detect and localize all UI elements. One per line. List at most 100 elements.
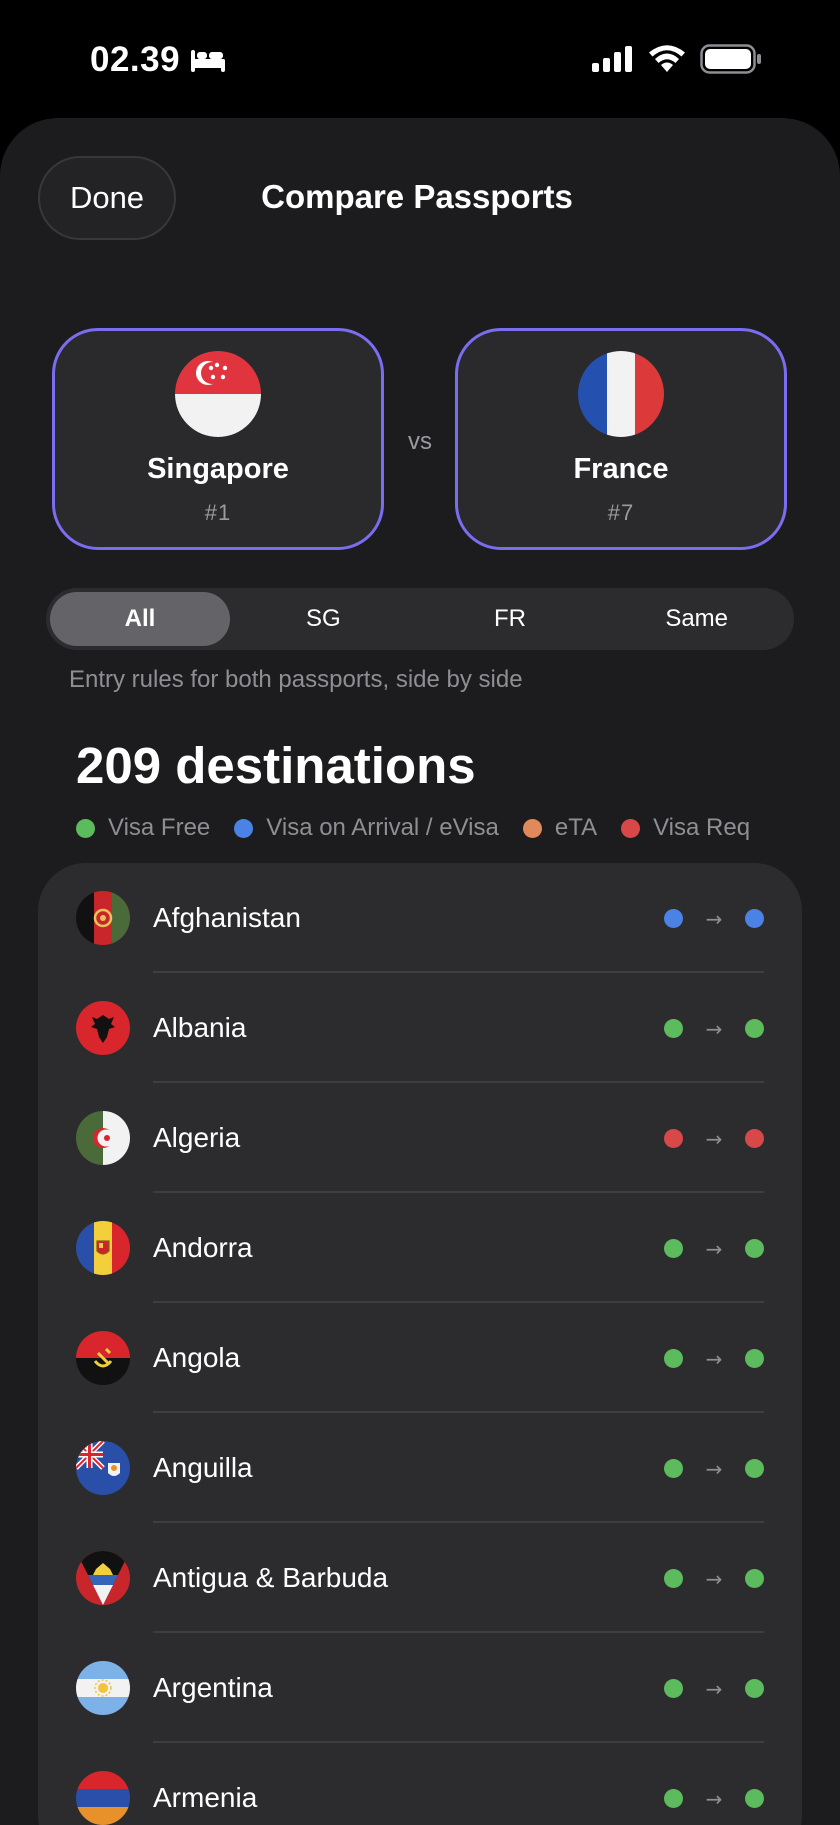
passport-card-france[interactable]: France #7 xyxy=(455,328,787,550)
albania-flag-icon xyxy=(76,1001,130,1055)
status-icons xyxy=(592,44,762,74)
visa-free-dot-icon xyxy=(664,1459,683,1478)
arrow-right-icon: → xyxy=(705,1126,723,1151)
singapore-flag-icon xyxy=(175,351,261,437)
arrow-right-icon: → xyxy=(705,1566,723,1591)
compare-sheet: Done Compare Passports Singapore #1 vs F… xyxy=(0,118,840,1825)
legend-label: Visa Req xyxy=(653,814,751,841)
visa-free-dot-icon xyxy=(745,1679,764,1698)
status-pair: → xyxy=(664,906,764,931)
destination-name: Armenia xyxy=(153,1782,258,1813)
destination-name: Albania xyxy=(153,1012,247,1043)
visa-free-dot-icon xyxy=(664,1569,683,1588)
list-item[interactable]: Armenia → xyxy=(38,1743,802,1825)
arrow-right-icon: → xyxy=(705,1676,723,1701)
armenia-flag-icon xyxy=(76,1771,130,1825)
arrow-right-icon: → xyxy=(705,1236,723,1261)
visa-free-dot-icon xyxy=(745,1349,764,1368)
status-time-text: 02.39 xyxy=(90,40,181,79)
destination-name: Anguilla xyxy=(153,1452,253,1483)
cellular-signal-icon xyxy=(592,46,632,72)
page-title-text: Compare Passports xyxy=(261,178,573,215)
segment-sg[interactable]: SG xyxy=(230,592,417,646)
visa-free-dot-icon xyxy=(745,1019,764,1038)
filter-segmented-control: All SG FR Same xyxy=(46,588,794,650)
list-item[interactable]: Angola → xyxy=(38,1303,802,1413)
arrow-right-icon: → xyxy=(705,1786,723,1811)
destination-name: Angola xyxy=(153,1342,241,1373)
list-item[interactable]: Afghanistan → xyxy=(38,863,802,973)
argentina-flag-icon xyxy=(76,1661,130,1715)
anguilla-flag-icon xyxy=(76,1441,130,1495)
list-item[interactable]: Albania → xyxy=(38,973,802,1083)
passport-rank: #1 xyxy=(204,500,232,525)
arrow-right-icon: → xyxy=(705,1456,723,1481)
destination-list: Afghanistan → Albania → Algeria → Andorr… xyxy=(38,863,802,1825)
passport-name: France xyxy=(573,453,669,485)
destination-name: Algeria xyxy=(153,1122,241,1153)
visa-free-dot-icon xyxy=(664,1679,683,1698)
legend-label: Visa Free xyxy=(108,814,211,841)
arrow-right-icon: → xyxy=(705,1016,723,1041)
visa-required-dot-icon xyxy=(664,1129,683,1148)
visa-on-arrival-dot-icon xyxy=(745,909,764,928)
arrow-right-icon: → xyxy=(705,906,723,931)
destination-name: Antigua & Barbuda xyxy=(153,1562,389,1593)
status-time: 02.39 xyxy=(90,40,226,80)
sleep-bed-icon xyxy=(191,50,226,72)
destinations-count: 209 destinations xyxy=(76,737,476,794)
visa-required-dot-icon xyxy=(745,1129,764,1148)
legend-visa-free: Visa Free xyxy=(76,814,210,842)
destination-name: Afghanistan xyxy=(153,902,301,933)
france-flag-icon xyxy=(578,351,664,437)
visa-free-dot-icon xyxy=(76,818,95,838)
status-pair: → xyxy=(664,1236,764,1261)
arrow-right-icon: → xyxy=(705,1346,723,1371)
status-pair: → xyxy=(664,1786,764,1811)
list-item[interactable]: Andorra → xyxy=(38,1193,802,1303)
list-item[interactable]: Algeria → xyxy=(38,1083,802,1193)
visa-on-arrival-dot-icon xyxy=(234,818,254,838)
afghanistan-flag-icon xyxy=(76,891,130,945)
passport-name: Singapore xyxy=(147,453,289,485)
visa-on-arrival-dot-icon xyxy=(664,909,683,928)
status-bar: 02.39 xyxy=(0,0,840,118)
legend-visa-required: Visa Req xyxy=(621,814,750,842)
antigua-barbuda-flag-icon xyxy=(76,1551,130,1605)
status-legend: Visa Free Visa on Arrival / eVisa eTA Vi… xyxy=(76,814,750,842)
legend-eta: eTA xyxy=(522,814,597,842)
status-pair: → xyxy=(664,1566,764,1591)
passport-rank: #7 xyxy=(607,500,635,525)
visa-free-dot-icon xyxy=(745,1459,764,1478)
destination-name: Argentina xyxy=(153,1672,273,1703)
segment-all[interactable]: All xyxy=(50,592,230,646)
status-pair: → xyxy=(664,1676,764,1701)
status-pair: → xyxy=(664,1126,764,1151)
page-title: Compare Passports xyxy=(0,178,840,216)
status-pair: → xyxy=(664,1456,764,1481)
algeria-flag-icon xyxy=(76,1111,130,1165)
destination-name: Andorra xyxy=(153,1232,253,1263)
visa-free-dot-icon xyxy=(664,1789,683,1808)
battery-icon xyxy=(700,44,761,74)
visa-free-dot-icon xyxy=(745,1239,764,1258)
segment-same[interactable]: Same xyxy=(603,592,790,646)
list-item[interactable]: Argentina → xyxy=(38,1633,802,1743)
segment-hint: Entry rules for both passports, side by … xyxy=(69,666,523,693)
segment-fr[interactable]: FR xyxy=(417,592,604,646)
visa-free-dot-icon xyxy=(745,1789,764,1808)
legend-label: Visa on Arrival / eVisa xyxy=(266,814,499,841)
angola-flag-icon xyxy=(76,1331,130,1385)
visa-free-dot-icon xyxy=(664,1349,683,1368)
wifi-icon xyxy=(649,45,685,72)
andorra-flag-icon xyxy=(76,1221,130,1275)
list-item[interactable]: Antigua & Barbuda → xyxy=(38,1523,802,1633)
status-pair: → xyxy=(664,1346,764,1371)
visa-required-dot-icon xyxy=(621,818,641,838)
eta-dot-icon xyxy=(522,818,542,838)
legend-visa-on-arrival: Visa on Arrival / eVisa xyxy=(234,814,499,842)
visa-free-dot-icon xyxy=(745,1569,764,1588)
list-item[interactable]: Anguilla → xyxy=(38,1413,802,1523)
visa-free-dot-icon xyxy=(664,1019,683,1038)
visa-free-dot-icon xyxy=(664,1239,683,1258)
